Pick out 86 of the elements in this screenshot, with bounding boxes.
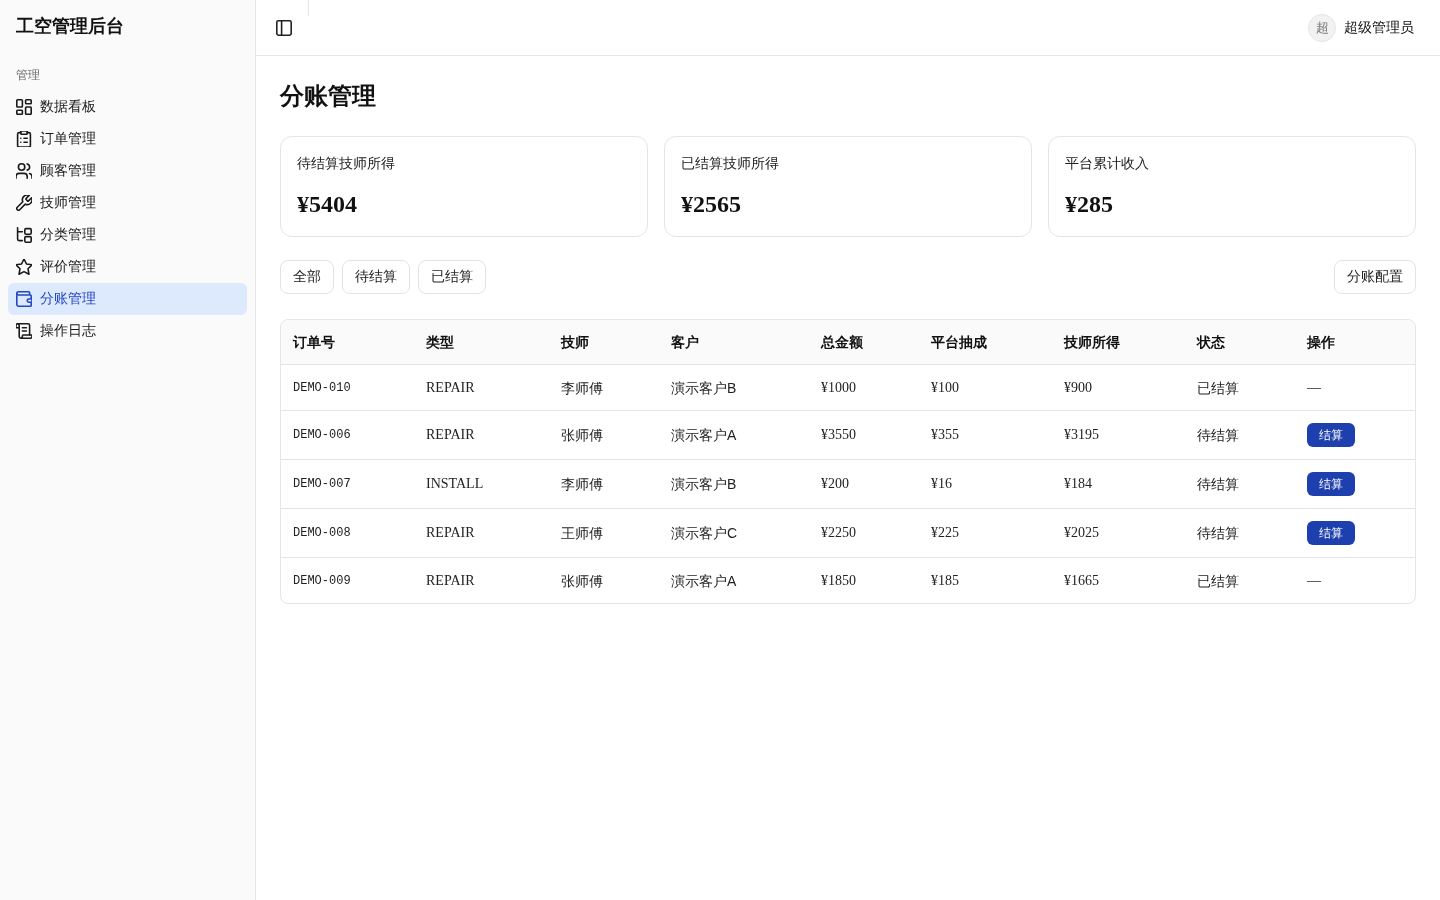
sidebar-item[interactable]: 分类管理 (8, 219, 247, 251)
column-header: 操作 (1307, 334, 1335, 350)
table-cell: 待结算 (1197, 427, 1239, 443)
table-cell: 李师傅 (561, 476, 603, 492)
settle-button[interactable]: 结算 (1307, 423, 1355, 447)
user-name[interactable]: 超级管理员 (1344, 18, 1414, 37)
table-cell: ¥355 (931, 427, 959, 442)
table-cell: INSTALL (426, 476, 484, 491)
table-cell: 演示客户B (671, 476, 737, 492)
table-cell: ¥900 (1064, 379, 1092, 395)
table-cell: DEMO-006 (293, 428, 351, 442)
stat-label: 平台累计收入 (1065, 154, 1149, 173)
table-cell: ¥200 (821, 476, 849, 491)
table-cell: REPAIR (426, 572, 475, 588)
scroll-icon (16, 323, 32, 339)
stat-value: ¥285 (1065, 190, 1113, 219)
column-header: 平台抽成 (931, 334, 987, 350)
column-header: 总金额 (821, 334, 863, 350)
table-cell: 张师傅 (561, 427, 603, 443)
stat-value: ¥2565 (681, 190, 741, 219)
table-cell: ¥184 (1064, 476, 1092, 491)
filter-button[interactable]: 待结算 (342, 260, 410, 294)
dashboard-icon (16, 99, 32, 115)
table-cell: DEMO-009 (293, 573, 351, 588)
stat-label: 已结算技师所得 (681, 154, 779, 173)
table-cell: ¥1000 (821, 379, 856, 395)
table-cell: ¥185 (931, 572, 959, 588)
table-cell: 演示客户A (671, 427, 737, 443)
column-header: 类型 (426, 334, 454, 350)
filter-button[interactable]: 已结算 (418, 260, 486, 294)
column-header: 技师 (561, 334, 589, 350)
sidebar-item[interactable]: 分账管理 (8, 283, 247, 315)
table-cell: 李师傅 (561, 379, 603, 396)
table-cell: DEMO-008 (293, 526, 351, 540)
table-cell: 已结算 (1197, 572, 1239, 589)
wallet-icon (16, 291, 32, 307)
table-cell: REPAIR (426, 427, 475, 442)
column-header: 状态 (1197, 334, 1225, 350)
table-cell: REPAIR (426, 525, 475, 540)
sidebar-item[interactable]: 数据看板 (8, 91, 247, 123)
table-cell: ¥1850 (821, 572, 856, 588)
filter-button[interactable]: 全部 (280, 260, 334, 294)
table-cell: ¥3195 (1064, 427, 1099, 442)
avatar: 超 (1308, 13, 1336, 42)
table-cell: 张师傅 (561, 572, 603, 589)
users-icon (16, 163, 32, 179)
table-cell: 王师傅 (561, 525, 603, 541)
settle-button[interactable]: 结算 (1307, 472, 1355, 496)
table-cell: 已结算 (1197, 379, 1239, 396)
column-header: 技师所得 (1064, 334, 1120, 350)
table-cell: ¥2025 (1064, 525, 1099, 540)
table-cell: ¥2250 (821, 525, 856, 540)
table-cell: 待结算 (1197, 525, 1239, 541)
column-header: 订单号 (293, 334, 335, 350)
table-cell: 演示客户B (671, 379, 737, 396)
sidebar-item[interactable]: 技师管理 (8, 187, 247, 219)
table-cell: — (1307, 380, 1321, 395)
table-cell: ¥1665 (1064, 572, 1099, 588)
table-cell: ¥16 (931, 476, 952, 491)
table-cell: DEMO-010 (293, 380, 351, 395)
app-title: 工空管理后台 (15, 15, 125, 38)
table-cell: — (1307, 573, 1321, 588)
page-title: 分账管理 (280, 81, 376, 111)
sidebar-item[interactable]: 顾客管理 (8, 155, 247, 187)
sidebar-item[interactable]: 操作日志 (8, 315, 247, 347)
table-cell: 演示客户A (671, 572, 737, 589)
table-cell: ¥3550 (821, 427, 856, 442)
sidebar-item[interactable]: 评价管理 (8, 251, 247, 283)
sidebar-item[interactable]: 订单管理 (8, 123, 247, 155)
stat-value: ¥5404 (297, 190, 357, 219)
table-cell: DEMO-007 (293, 477, 351, 491)
tree-icon (16, 227, 32, 243)
section-label: 管理 (15, 67, 41, 83)
table-cell: ¥225 (931, 525, 959, 540)
table-cell: 待结算 (1197, 476, 1239, 492)
settle-button[interactable]: 结算 (1307, 521, 1355, 545)
column-header: 客户 (671, 334, 699, 350)
wrench-icon (16, 195, 32, 211)
star-icon (16, 259, 32, 275)
panel-icon (276, 19, 292, 36)
table-cell: ¥100 (931, 379, 959, 395)
clipboard-icon (16, 131, 32, 147)
table-cell: 演示客户C (671, 525, 738, 541)
config-button[interactable]: 分账配置 (1334, 260, 1416, 294)
stat-label: 待结算技师所得 (297, 154, 395, 173)
table-cell: REPAIR (426, 379, 475, 395)
